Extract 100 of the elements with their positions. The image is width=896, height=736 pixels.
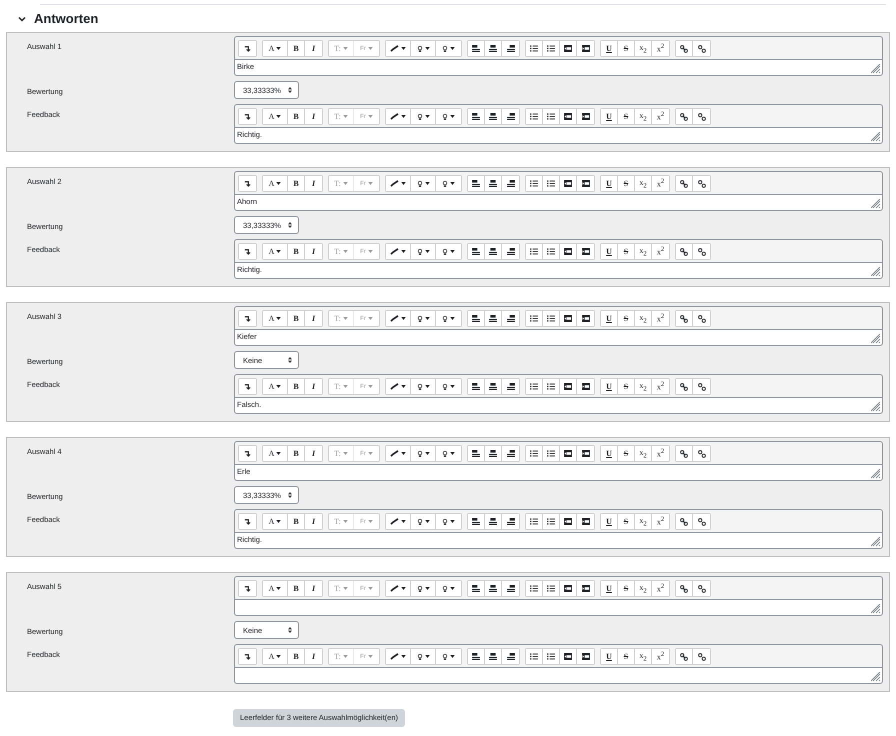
unlink-icon (698, 382, 706, 390)
toolbar-button[interactable] (676, 379, 693, 394)
toolbar-button[interactable] (468, 446, 485, 461)
toolbar-button[interactable] (239, 109, 256, 124)
toolbar-button[interactable] (239, 649, 256, 664)
caret-icon (342, 47, 348, 50)
toolbar-button[interactable]: U (601, 109, 618, 124)
toolbar-button[interactable] (526, 244, 543, 259)
align-center-icon (489, 315, 497, 322)
brush-icon (390, 518, 399, 525)
bulb-icon (442, 584, 448, 592)
toolbar-button[interactable] (468, 109, 485, 124)
toolbar-button[interactable] (468, 379, 485, 394)
caret-icon (342, 317, 348, 320)
toolbar-button[interactable] (468, 581, 485, 596)
toolbar-button[interactable] (526, 581, 543, 596)
toolbar-button[interactable]: U (601, 176, 618, 191)
toolbar-button[interactable]: U (601, 581, 618, 596)
toolbar-button[interactable] (526, 514, 543, 529)
toolbar-button[interactable]: A (263, 649, 288, 664)
toolbar-button[interactable] (239, 311, 256, 326)
resize-grip-icon[interactable] (871, 537, 881, 547)
toolbar-button[interactable]: A (263, 446, 288, 461)
toolbar-button[interactable] (386, 41, 411, 56)
toolbar-button[interactable] (676, 176, 693, 191)
toolbar-button[interactable] (526, 176, 543, 191)
arrow-icon (244, 113, 251, 120)
toolbar-button[interactable] (386, 244, 411, 259)
resize-grip-icon[interactable] (871, 469, 881, 479)
toolbar-button[interactable] (676, 446, 693, 461)
spinner-icon (288, 222, 292, 228)
toolbar-button[interactable]: A (263, 379, 288, 394)
toolbar-button[interactable]: U (601, 41, 618, 56)
toolbar-button[interactable] (526, 446, 543, 461)
toolbar-button[interactable]: U (601, 446, 618, 461)
resize-grip-icon[interactable] (871, 199, 881, 209)
toolbar-button[interactable] (239, 176, 256, 191)
toolbar-button[interactable] (468, 176, 485, 191)
indent-icon (582, 653, 590, 660)
toolbar-button[interactable] (526, 311, 543, 326)
resize-grip-icon[interactable] (871, 267, 881, 277)
toolbar-button[interactable] (386, 379, 411, 394)
toolbar-button[interactable] (676, 109, 693, 124)
align-left-icon (472, 585, 480, 592)
toolbar-button[interactable] (676, 649, 693, 664)
toolbar-button[interactable]: A (263, 311, 288, 326)
toolbar-button[interactable] (526, 109, 543, 124)
toolbar-button[interactable] (468, 649, 485, 664)
toolbar-button[interactable] (468, 41, 485, 56)
toolbar-button[interactable] (676, 41, 693, 56)
toolbar-button[interactable] (386, 311, 411, 326)
toolbar-button[interactable]: U (601, 311, 618, 326)
caret-icon (342, 385, 348, 388)
resize-grip-icon[interactable] (871, 64, 881, 74)
toolbar-button[interactable]: U (601, 649, 618, 664)
toolbar-button[interactable] (676, 581, 693, 596)
toolbar-button[interactable] (386, 176, 411, 191)
align-center-icon (489, 180, 497, 187)
toolbar-button[interactable] (239, 379, 256, 394)
chevron-icon[interactable] (18, 16, 26, 22)
toolbar-button[interactable]: U (601, 244, 618, 259)
caret-icon (342, 452, 348, 455)
toolbar-button[interactable] (468, 514, 485, 529)
toolbar-button[interactable] (526, 649, 543, 664)
toolbar-button[interactable] (526, 41, 543, 56)
toolbar-button[interactable] (386, 109, 411, 124)
toolbar-button[interactable]: A (263, 514, 288, 529)
resize-grip-icon[interactable] (871, 604, 881, 614)
resize-grip-icon[interactable] (871, 672, 881, 682)
toolbar-button[interactable] (676, 514, 693, 529)
caret-icon (450, 317, 455, 320)
resize-grip-icon[interactable] (871, 402, 881, 412)
toolbar-button[interactable] (676, 244, 693, 259)
toolbar-button[interactable] (386, 514, 411, 529)
toolbar-button[interactable]: A (263, 176, 288, 191)
toolbar-button[interactable] (676, 311, 693, 326)
toolbar-button[interactable] (239, 446, 256, 461)
toolbar-button[interactable] (386, 446, 411, 461)
toolbar-button[interactable] (526, 379, 543, 394)
toolbar-button[interactable] (468, 244, 485, 259)
toolbar-button[interactable]: U (601, 379, 618, 394)
toolbar-button[interactable] (239, 581, 256, 596)
toolbar-button[interactable]: A (263, 109, 288, 124)
caret-icon (368, 47, 373, 50)
toolbar-button[interactable]: A (263, 581, 288, 596)
toolbar-button[interactable]: A (263, 244, 288, 259)
caret-icon (450, 47, 455, 50)
toolbar-button[interactable] (386, 581, 411, 596)
caret-icon (276, 182, 282, 185)
toolbar-button[interactable] (239, 244, 256, 259)
toolbar-button[interactable] (386, 649, 411, 664)
toolbar-button[interactable] (239, 514, 256, 529)
resize-grip-icon[interactable] (871, 132, 881, 142)
resize-grip-icon[interactable] (871, 334, 881, 344)
link-icon (680, 314, 688, 322)
toolbar-button[interactable] (468, 311, 485, 326)
toolbar-button[interactable]: U (601, 514, 618, 529)
caret-icon (424, 587, 430, 590)
toolbar-button[interactable] (239, 41, 256, 56)
toolbar-button[interactable]: A (263, 41, 288, 56)
